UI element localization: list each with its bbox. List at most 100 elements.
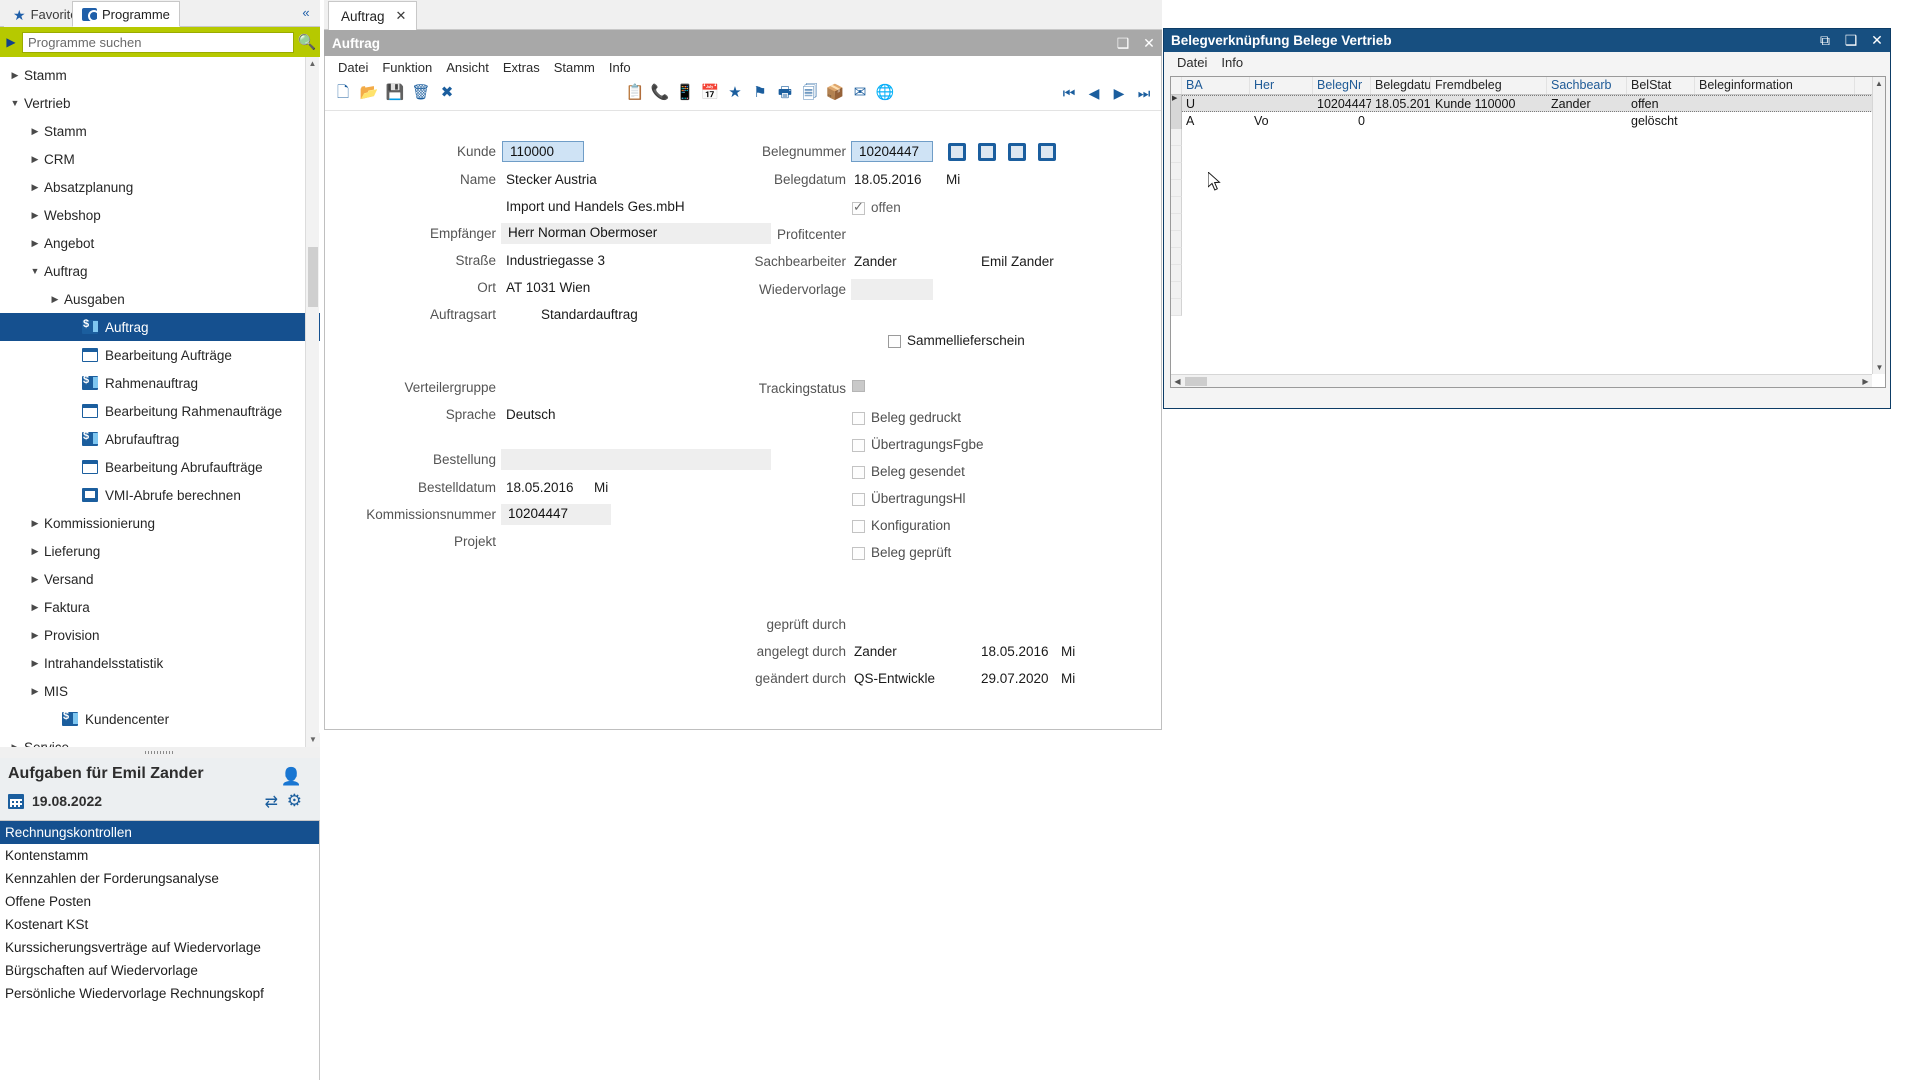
tree-item-mis[interactable]: ▶ MIS bbox=[0, 677, 320, 705]
flag-icon[interactable]: ⚑ bbox=[750, 83, 770, 103]
chevron-down-icon[interactable]: ▼ bbox=[28, 266, 42, 276]
chevron-right-icon[interactable]: ▶ bbox=[28, 658, 42, 669]
row-selector[interactable] bbox=[1171, 231, 1182, 248]
scroll-up-icon[interactable]: ▲ bbox=[306, 57, 319, 71]
tree-item-kundencenter[interactable]: Kundencenter bbox=[0, 705, 320, 733]
beleg-menu-info[interactable]: Info bbox=[1214, 55, 1250, 70]
close-icon[interactable]: ✕ bbox=[1864, 32, 1890, 49]
tree-item-webshop[interactable]: ▶ Webshop bbox=[0, 201, 320, 229]
checkbox--bertragungsfgbe[interactable] bbox=[852, 439, 865, 452]
checkbox-beleg-gesendet[interactable] bbox=[852, 466, 865, 479]
panel-splitter[interactable] bbox=[0, 747, 320, 758]
beleg-menu-datei[interactable]: Datei bbox=[1170, 55, 1214, 70]
delete-icon[interactable]: 🗑 bbox=[411, 83, 431, 103]
calendar-icon[interactable]: 📅 bbox=[700, 83, 720, 103]
offen-checkbox[interactable] bbox=[852, 199, 865, 215]
auftrag-titlebar[interactable]: Auftrag ❑ ✕ bbox=[324, 30, 1162, 56]
tree-item-vmi-abrufe-berechnen[interactable]: VMI-Abrufe berechnen bbox=[0, 481, 320, 509]
grid-empty-row[interactable] bbox=[1171, 214, 1885, 231]
tab-auftrag[interactable]: Auftrag ✕ bbox=[328, 1, 418, 30]
row-selector[interactable] bbox=[1171, 129, 1182, 146]
row-selector[interactable] bbox=[1171, 248, 1182, 265]
tree-item-abrufauftrag[interactable]: Abrufauftrag bbox=[0, 425, 320, 453]
chevron-right-icon[interactable]: ▶ bbox=[28, 546, 42, 557]
row-selector[interactable] bbox=[1171, 180, 1182, 197]
new-document-icon[interactable]: 🗋 bbox=[333, 83, 353, 103]
chevron-right-icon[interactable]: ▶ bbox=[28, 574, 42, 585]
grid-rows[interactable]: U 10204447 18.05.2016 Kunde 110000 Zander off… bbox=[1171, 94, 1885, 316]
sammellieferschein-checkbox[interactable] bbox=[888, 335, 901, 348]
auftrag-menu-ansicht[interactable]: Ansicht bbox=[439, 60, 496, 75]
task-list-item[interactable]: Kennzahlen der Forderungsanalyse bbox=[0, 867, 319, 890]
chevron-right-icon[interactable]: ▶ bbox=[28, 630, 42, 641]
chevron-right-icon[interactable]: ▶ bbox=[28, 182, 42, 193]
task-list-item[interactable]: Kontenstamm bbox=[0, 844, 319, 867]
list-document-icon[interactable] bbox=[1038, 143, 1056, 161]
checkbox--bertragungshl[interactable] bbox=[852, 493, 865, 506]
previous-record-icon[interactable]: ◀ bbox=[1083, 83, 1105, 103]
auftrag-menu-funktion[interactable]: Funktion bbox=[375, 60, 439, 75]
phone-icon[interactable]: 📞 bbox=[650, 83, 670, 103]
tree-item-bearbeitung-rahmenauftr-ge[interactable]: Bearbeitung Rahmenaufträge bbox=[0, 397, 320, 425]
restore-icon[interactable]: ❑ bbox=[1110, 35, 1136, 52]
belegverknuepfung-grid[interactable]: BAHerBelegNrBelegdatumFremdbelegSachbear… bbox=[1171, 77, 1885, 387]
grid-column-header[interactable]: BelegNr bbox=[1313, 77, 1371, 94]
tree-scroll-thumb[interactable] bbox=[308, 247, 318, 307]
checkbox-konfiguration[interactable] bbox=[852, 520, 865, 533]
task-list-item[interactable]: Persönliche Wiedervorlage Rechnungskopf bbox=[0, 982, 319, 1005]
row-selector[interactable] bbox=[1171, 163, 1182, 180]
next-record-icon[interactable]: ▶ bbox=[1108, 83, 1130, 103]
kunde-input[interactable]: 110000 bbox=[502, 141, 584, 162]
grid-horizontal-scrollbar[interactable]: ◀ ▶ bbox=[1171, 374, 1872, 387]
auftrag-menu-stamm[interactable]: Stamm bbox=[547, 60, 602, 75]
globe-icon[interactable]: 🌐 bbox=[875, 83, 895, 103]
refresh-icon[interactable]: ⇄ bbox=[265, 792, 278, 812]
grid-column-header[interactable]: Sachbearb bbox=[1547, 77, 1627, 94]
tab-programme[interactable]: Programme bbox=[72, 1, 180, 27]
grid-column-header[interactable]: Beleginformation bbox=[1695, 77, 1855, 94]
auftrag-menu-extras[interactable]: Extras bbox=[496, 60, 547, 75]
grid-empty-row[interactable] bbox=[1171, 299, 1885, 316]
tree-item-kommissionierung[interactable]: ▶ Kommissionierung bbox=[0, 509, 320, 537]
chevron-right-icon[interactable]: ▶ bbox=[28, 518, 42, 529]
tree-scrollbar[interactable]: ▲ ▼ bbox=[305, 57, 320, 747]
scroll-left-icon[interactable]: ◀ bbox=[1171, 377, 1184, 386]
tree-item-auftrag[interactable]: ▼ Auftrag bbox=[0, 257, 320, 285]
auftrag-menu-datei[interactable]: Datei bbox=[331, 60, 375, 75]
grid-empty-row[interactable] bbox=[1171, 265, 1885, 282]
mobile-icon[interactable]: 📱 bbox=[675, 83, 695, 103]
grid-row[interactable]: A Vo 0 gelöscht bbox=[1171, 112, 1885, 129]
task-list-item[interactable]: Bürgschaften auf Wiedervorlage bbox=[0, 959, 319, 982]
grid-column-header[interactable]: BelStat bbox=[1627, 77, 1695, 94]
row-selector[interactable] bbox=[1171, 197, 1182, 214]
chevron-right-icon[interactable]: ▶ bbox=[28, 154, 42, 165]
checkbox-beleg-gepr-ft[interactable] bbox=[852, 547, 865, 560]
grid-column-header[interactable]: Belegdatum bbox=[1371, 77, 1431, 94]
tree-item-angebot[interactable]: ▶ Angebot bbox=[0, 229, 320, 257]
scroll-down-icon[interactable]: ▼ bbox=[1873, 361, 1886, 374]
tree-item-faktura[interactable]: ▶ Faktura bbox=[0, 593, 320, 621]
chevron-right-icon[interactable]: ▶ bbox=[28, 210, 42, 221]
chevron-right-icon[interactable]: ▶ bbox=[48, 294, 62, 305]
grid-column-header[interactable]: Her bbox=[1250, 77, 1313, 94]
tasks-list[interactable]: Rechnungskontrollen Kontenstamm Kennzahlen… bbox=[0, 820, 320, 1080]
row-selector[interactable] bbox=[1171, 146, 1182, 163]
edit-document-icon[interactable] bbox=[1008, 143, 1026, 161]
chevron-right-icon[interactable]: ▶ bbox=[28, 686, 42, 697]
tree-item-versand[interactable]: ▶ Versand bbox=[0, 565, 320, 593]
scroll-up-icon[interactable]: ▲ bbox=[1873, 77, 1885, 90]
restore-down-icon[interactable]: ⧉ bbox=[1812, 32, 1838, 49]
belegnummer-input[interactable]: 10204447 bbox=[851, 141, 933, 162]
tasks-date[interactable]: 19.08.2022 bbox=[32, 793, 102, 809]
chevron-right-icon[interactable]: ▶ bbox=[28, 126, 42, 137]
task-list-item[interactable]: Rechnungskontrollen bbox=[0, 821, 319, 844]
first-record-icon[interactable]: ⏮ bbox=[1058, 83, 1080, 103]
close-icon[interactable]: ✕ bbox=[1136, 35, 1162, 52]
row-selector[interactable] bbox=[1171, 299, 1182, 316]
search-input[interactable] bbox=[22, 31, 294, 53]
grid-empty-row[interactable] bbox=[1171, 248, 1885, 265]
tree-item-lieferung[interactable]: ▶ Lieferung bbox=[0, 537, 320, 565]
task-list-item[interactable]: Kostenart KSt bbox=[0, 913, 319, 936]
maximize-icon[interactable]: ❑ bbox=[1838, 32, 1864, 49]
grid-empty-row[interactable] bbox=[1171, 197, 1885, 214]
